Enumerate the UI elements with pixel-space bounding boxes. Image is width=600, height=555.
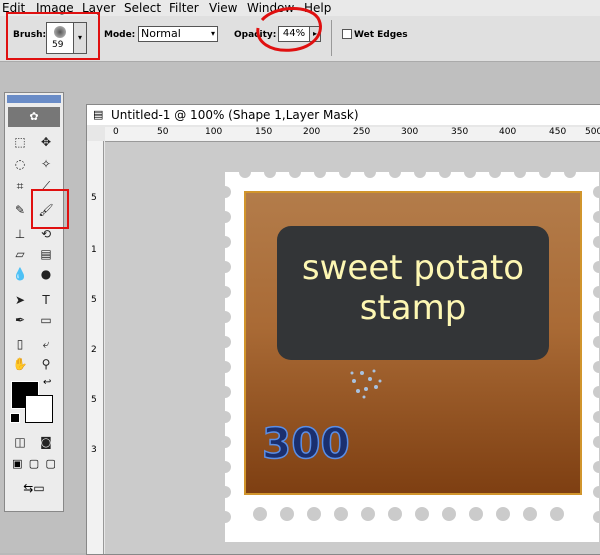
- opacity-circle-annotation: [256, 6, 322, 52]
- gradient-tool-icon[interactable]: ▤: [35, 245, 57, 263]
- horizontal-ruler: 0 50 100 150 200 250 300 350 400 450 500: [105, 127, 600, 142]
- magic-wand-tool-icon[interactable]: ✧: [35, 155, 57, 173]
- history-brush-tool-icon[interactable]: ⟲: [35, 225, 57, 243]
- brush-speckle: [350, 369, 382, 399]
- ruler-h-label: 200: [303, 127, 321, 137]
- quick-mask-mode-icon[interactable]: ◙: [35, 433, 57, 451]
- shape-tool-icon[interactable]: ▭: [35, 311, 57, 329]
- ruler-h-label: 50: [157, 127, 169, 137]
- ruler-h-label: 350: [451, 127, 469, 137]
- lasso-tool-icon[interactable]: ◌: [9, 155, 31, 173]
- mode-dropdown-icon: ▾: [210, 29, 215, 38]
- hand-tool-icon[interactable]: ✋: [9, 355, 31, 373]
- mode-label: Mode:: [104, 30, 136, 40]
- screen-mode-standard-icon[interactable]: ▣: [12, 457, 22, 473]
- stamp-price: 300: [261, 418, 350, 469]
- document-icon: ▤: [93, 108, 104, 121]
- eyedropper-tool-icon[interactable]: ⤶: [35, 335, 57, 353]
- mode-select[interactable]: Normal ▾: [138, 26, 218, 42]
- brush-tool-highlight-box: [31, 189, 69, 229]
- vertical-ruler: 5 1 5 2 5 3: [87, 141, 104, 554]
- stamp-title-line2: stamp: [359, 288, 467, 328]
- jump-to-imageready-icon[interactable]: ⇆▭: [9, 481, 59, 497]
- ruler-v-label: 5: [91, 193, 97, 203]
- clone-stamp-tool-icon[interactable]: ⊥: [9, 225, 31, 243]
- ruler-h-label: 100: [205, 127, 223, 137]
- notes-tool-icon[interactable]: ▯: [9, 335, 31, 353]
- screen-mode-full-menu-icon[interactable]: ▢: [29, 457, 39, 473]
- menu-filter[interactable]: Filter: [169, 0, 199, 16]
- healing-brush-tool-icon[interactable]: ✎: [9, 201, 31, 219]
- wet-edges-label: Wet Edges: [354, 30, 408, 40]
- canvas[interactable]: sweet potato stamp 300: [105, 142, 600, 554]
- stamp-title-line1: sweet potato: [301, 248, 525, 288]
- ruler-v-label: 1: [91, 245, 97, 255]
- document-window: ▤ Untitled-1 @ 100% (Shape 1,Layer Mask)…: [86, 104, 600, 555]
- stamp-panel: sweet potato stamp 300: [244, 191, 582, 495]
- standard-mode-icon[interactable]: ◫: [9, 433, 31, 451]
- ruler-h-label: 250: [353, 127, 371, 137]
- stamp-artwork: sweet potato stamp 300: [225, 172, 599, 542]
- ruler-v-label: 5: [91, 295, 97, 305]
- ruler-h-label: 450: [549, 127, 567, 137]
- path-selection-tool-icon[interactable]: ➤: [9, 291, 31, 309]
- wet-edges-checkbox[interactable]: [342, 29, 352, 39]
- document-titlebar[interactable]: ▤ Untitled-1 @ 100% (Shape 1,Layer Mask): [87, 105, 600, 125]
- ruler-h-label: 400: [499, 127, 517, 137]
- ruler-v-label: 5: [91, 395, 97, 405]
- type-tool-icon[interactable]: T: [35, 291, 57, 309]
- adobe-logo-icon: ✿: [8, 107, 60, 127]
- move-tool-icon[interactable]: ✥: [35, 133, 57, 151]
- default-colors-icon[interactable]: [10, 413, 20, 423]
- ruler-h-label: 0: [113, 127, 119, 137]
- ruler-h-label: 500: [585, 127, 600, 137]
- options-bar: Brush: 59 ▾ Mode: Normal ▾ Opacity: 44% …: [0, 6, 600, 62]
- menu-view[interactable]: View: [209, 0, 237, 16]
- swap-colors-icon[interactable]: ↩: [43, 377, 51, 388]
- dodge-tool-icon[interactable]: ●: [35, 265, 57, 283]
- background-color-swatch[interactable]: [25, 395, 53, 423]
- screen-mode-icons[interactable]: ▣ ▢ ▢: [9, 457, 59, 473]
- pen-tool-icon[interactable]: ✒: [9, 311, 31, 329]
- option-divider: [331, 20, 332, 56]
- stamp-title-box: sweet potato stamp: [277, 226, 549, 360]
- document-title: Untitled-1 @ 100% (Shape 1,Layer Mask): [111, 108, 359, 122]
- ruler-v-label: 2: [91, 345, 97, 355]
- marquee-tool-icon[interactable]: ⬚: [9, 133, 31, 151]
- screen-mode-full-icon[interactable]: ▢: [45, 457, 55, 473]
- menu-select[interactable]: Select: [124, 0, 161, 16]
- ruler-h-label: 150: [255, 127, 273, 137]
- brush-highlight-box: [6, 12, 100, 60]
- ruler-v-label: 3: [91, 445, 97, 455]
- mode-value: Normal: [141, 27, 181, 40]
- zoom-tool-icon[interactable]: ⚲: [35, 355, 57, 373]
- ruler-h-label: 300: [401, 127, 419, 137]
- crop-tool-icon[interactable]: ⌗: [9, 177, 31, 195]
- blur-tool-icon[interactable]: 💧: [9, 265, 31, 283]
- toolbox: ✿ ⬚ ✥ ◌ ✧ ⌗ ⟋ ✎ 🖌 ⊥ ⟲ ▱ ▤ 💧 ● ➤ T ✒ ▭ ▯ …: [4, 92, 69, 512]
- toolbox-titlebar: [7, 95, 61, 103]
- eraser-tool-icon[interactable]: ▱: [9, 245, 31, 263]
